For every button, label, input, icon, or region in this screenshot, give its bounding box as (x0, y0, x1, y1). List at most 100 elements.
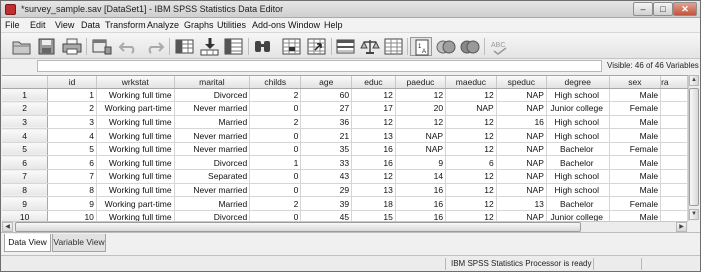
data-cell[interactable]: Working full time (96, 128, 175, 143)
row-number-cell[interactable]: 4 (2, 128, 49, 143)
data-cell[interactable]: 15 (351, 210, 396, 221)
data-cell[interactable]: 16 (496, 115, 547, 130)
data-cell[interactable]: 7 (47, 169, 97, 184)
data-cell[interactable]: Bachelor (546, 196, 610, 211)
menu-file[interactable]: File (5, 20, 20, 30)
data-cell[interactable]: Working full time (96, 183, 175, 198)
data-cell[interactable]: 6 (47, 155, 97, 171)
column-header[interactable]: educ (351, 76, 396, 89)
data-cell[interactable]: Junior college (546, 210, 610, 221)
data-cell[interactable]: 20 (395, 101, 447, 116)
data-cell[interactable]: 13 (351, 128, 396, 143)
data-cell[interactable]: Never married (174, 142, 251, 157)
data-cell[interactable]: Female (609, 142, 662, 157)
data-cell[interactable]: 0 (249, 210, 302, 221)
data-cell[interactable]: NAP (496, 88, 547, 103)
data-cell[interactable]: Bachelor (546, 155, 610, 171)
scroll-down-button[interactable]: ▼ (689, 209, 699, 220)
data-cell[interactable]: 12 (445, 210, 497, 221)
menu-view[interactable]: View (55, 20, 74, 30)
column-header[interactable]: speduc (496, 76, 547, 89)
find-icon[interactable] (252, 37, 274, 56)
select-cases-icon[interactable] (383, 37, 405, 56)
menu-window[interactable]: Window (288, 20, 320, 30)
data-cell[interactable]: 17 (351, 101, 396, 116)
data-cell[interactable] (660, 115, 688, 130)
value-labels-icon[interactable]: 1A (410, 37, 432, 56)
data-cell[interactable]: 6 (445, 155, 497, 171)
menu-analyze[interactable]: Analyze (147, 20, 179, 30)
data-cell[interactable]: Divorced (174, 155, 251, 171)
data-cell[interactable] (660, 142, 688, 157)
corner-cell[interactable] (2, 76, 49, 89)
data-cell[interactable]: 12 (445, 115, 497, 130)
data-cell[interactable] (660, 210, 688, 221)
variables-icon[interactable] (223, 37, 245, 56)
data-cell[interactable]: 35 (300, 142, 353, 157)
data-cell[interactable]: Never married (174, 183, 251, 198)
scroll-up-button[interactable]: ▲ (689, 75, 699, 86)
menu-edit[interactable]: Edit (30, 20, 46, 30)
data-cell[interactable]: 9 (47, 196, 97, 211)
vertical-scroll-thumb[interactable] (689, 88, 699, 206)
data-cell[interactable]: NAP (496, 169, 547, 184)
scroll-right-button[interactable]: ▶ (676, 222, 687, 232)
minimize-button[interactable]: – (633, 2, 653, 16)
menu-add-ons[interactable]: Add-ons (252, 20, 286, 30)
data-cell[interactable]: High school (546, 128, 610, 143)
data-cell[interactable]: NAP (496, 128, 547, 143)
data-cell[interactable]: Male (609, 128, 662, 143)
data-cell[interactable]: 3 (47, 115, 97, 130)
data-cell[interactable]: 36 (300, 115, 353, 130)
data-cell[interactable]: Male (609, 183, 662, 198)
data-cell[interactable]: Working full time (96, 210, 175, 221)
data-cell[interactable]: NAP (496, 142, 547, 157)
data-cell[interactable]: Male (609, 88, 662, 103)
data-cell[interactable]: Working full time (96, 142, 175, 157)
goto-variable-icon[interactable] (199, 37, 221, 56)
data-cell[interactable]: High school (546, 183, 610, 198)
column-header[interactable]: ra (660, 76, 688, 89)
data-cell[interactable]: 8 (47, 183, 97, 198)
split-file-icon[interactable] (335, 37, 357, 56)
recall-dialog-icon[interactable] (91, 37, 113, 56)
cell-value-input[interactable] (37, 60, 602, 72)
data-cell[interactable]: Divorced (174, 88, 251, 103)
save-icon[interactable] (36, 37, 58, 56)
data-cell[interactable]: Male (609, 210, 662, 221)
tab-data-view[interactable]: Data View (4, 234, 51, 252)
data-cell[interactable]: NAP (496, 155, 547, 171)
use-variable-sets-icon[interactable] (435, 37, 457, 56)
data-cell[interactable]: NAP (496, 101, 547, 116)
data-cell[interactable]: Bachelor (546, 142, 610, 157)
data-cell[interactable]: 21 (300, 128, 353, 143)
data-cell[interactable]: 2 (47, 101, 97, 116)
data-cell[interactable]: 10 (47, 210, 97, 221)
vertical-scrollbar[interactable]: ▲ ▼ (688, 75, 699, 221)
row-number-cell[interactable]: 1 (2, 88, 49, 103)
data-cell[interactable]: 16 (395, 183, 447, 198)
data-cell[interactable]: Separated (174, 169, 251, 184)
show-all-variables-icon[interactable] (459, 37, 481, 56)
print-icon[interactable] (61, 37, 83, 56)
data-cell[interactable]: Junior college (546, 101, 610, 116)
data-cell[interactable]: 39 (300, 196, 353, 211)
data-cell[interactable]: 13 (496, 196, 547, 211)
row-number-cell[interactable]: 3 (2, 115, 49, 130)
data-cell[interactable] (660, 128, 688, 143)
spell-check-icon[interactable]: ABC (489, 37, 511, 56)
data-cell[interactable]: Male (609, 155, 662, 171)
data-cell[interactable]: 43 (300, 169, 353, 184)
data-cell[interactable]: NAP (395, 128, 447, 143)
data-cell[interactable]: NAP (445, 101, 497, 116)
column-header[interactable]: paeduc (395, 76, 447, 89)
data-cell[interactable]: 16 (395, 210, 447, 221)
data-cell[interactable]: 0 (249, 183, 302, 198)
data-cell[interactable]: 33 (300, 155, 353, 171)
data-cell[interactable]: 12 (445, 142, 497, 157)
column-header[interactable]: degree (546, 76, 610, 89)
goto-case-icon[interactable] (174, 37, 196, 56)
data-cell[interactable]: 16 (395, 196, 447, 211)
column-header[interactable]: age (300, 76, 353, 89)
row-number-cell[interactable]: 8 (2, 183, 49, 198)
